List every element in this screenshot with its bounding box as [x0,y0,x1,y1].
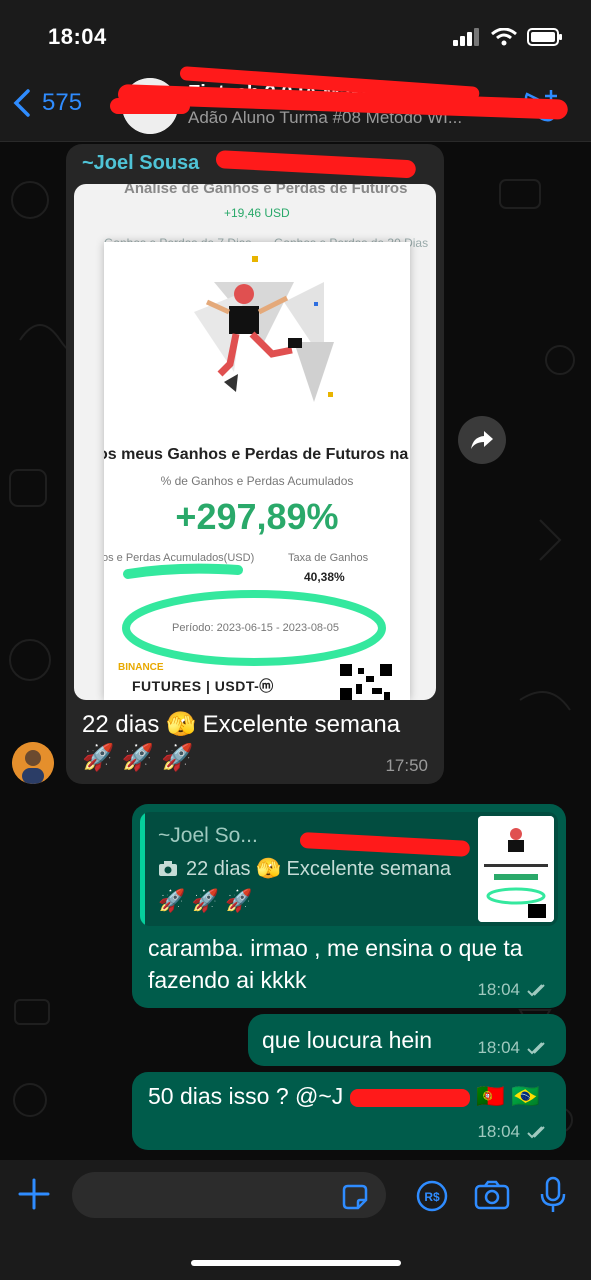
outgoing-message[interactable]: que loucura hein 18:04 [248,1014,566,1066]
sender-avatar[interactable] [12,742,54,784]
qr-code-icon [338,662,394,700]
pnl-percent: +297,89% [175,496,339,537]
quote-sender: ~Joel So... [158,824,258,847]
status-time: 18:04 [48,24,107,49]
message-time: 18:04 [477,1122,548,1142]
outgoing-message[interactable]: 50 dias isso ? @~J 🇵🇹 🇧🇷 18:04 [132,1072,566,1150]
payment-button[interactable]: R$ [416,1180,448,1217]
message-text: 50 dias isso ? @~J 🇵🇹 🇧🇷 [148,1083,540,1109]
plus-icon [18,1178,50,1210]
redaction-scribble [299,832,471,857]
wifi-icon [491,28,517,46]
message-text: que loucura hein [262,1027,433,1053]
outgoing-message-reply[interactable]: ~Joel So... 22 dias 🫣 Excelente semana 🚀… [132,804,566,1008]
camera-button[interactable] [474,1180,510,1215]
signal-icon [453,28,479,46]
runner-illustration [194,256,334,402]
bg-title: Análise de Ganhos e Perdas de Futuros [124,184,408,197]
highlight-marker [122,563,386,666]
back-chevron-icon [13,89,30,117]
sticker-button[interactable] [340,1182,370,1217]
battery-icon [527,28,562,46]
camera-icon [474,1180,510,1210]
bg-value: +19,46 USD [224,206,290,220]
mention-redaction [349,1088,470,1107]
unread-count: 575 [42,89,83,116]
pix-icon: R$ [416,1180,448,1212]
quote-text: 22 dias 🫣 Excelente semana [158,856,451,881]
sticker-icon [342,1184,368,1210]
forward-button[interactable] [458,416,506,464]
message-input[interactable] [72,1172,386,1218]
double-check-icon [527,1042,545,1055]
card-period: Período: 2023-06-15 - 2023-08-05 [172,622,339,634]
attach-button[interactable] [16,1176,52,1217]
status-icons [453,28,563,46]
back-button[interactable]: 575 [12,88,82,118]
futures-label: FUTURES | USDT-ⓜ [132,678,274,694]
double-check-icon [527,984,545,997]
message-caption-rockets: 🚀 🚀 🚀 [82,742,194,772]
message-time: 18:04 [477,980,548,1000]
svg-text:R$: R$ [424,1190,440,1204]
quoted-message[interactable]: ~Joel So... 22 dias 🫣 Excelente semana 🚀… [140,812,558,926]
message-time: 17:50 [385,756,428,775]
quote-rockets: 🚀 🚀 🚀 [158,888,253,913]
forward-icon [471,431,493,449]
mic-button[interactable] [540,1176,566,1219]
quote-accent-bar [140,812,145,926]
incoming-message-bubble[interactable]: ~Joel Sousa Análise de Ganhos e Perdas d… [66,144,444,784]
double-check-icon [527,1126,545,1139]
chat-header: 575 Fintech 2.0 IA Make Mon... Adão Alun… [0,66,591,142]
message-time: 18:04 [477,1038,548,1058]
binance-pnl-card: os meus Ganhos e Perdas de Futuros na % … [104,242,410,700]
redaction-scribble [110,98,190,114]
status-bar: 18:04 [0,0,591,70]
home-indicator [191,1260,401,1266]
card-subheadline: % de Ganhos e Perdas Acumulados [160,474,354,488]
mic-icon [540,1176,566,1212]
camera-small-icon [159,860,177,876]
redaction-scribble [215,150,417,179]
quote-thumbnail [478,816,554,922]
shared-image[interactable]: Análise de Ganhos e Perdas de Futuros +1… [74,184,436,700]
flags: 🇵🇹 🇧🇷 [476,1083,540,1109]
message-sender[interactable]: ~Joel Sousa [82,152,199,175]
binance-brand: BINANCE [118,662,164,673]
card-headline: os meus Ganhos e Perdas de Futuros na [104,446,409,463]
message-caption: 22 dias 🫣 Excelente semana [82,711,401,738]
